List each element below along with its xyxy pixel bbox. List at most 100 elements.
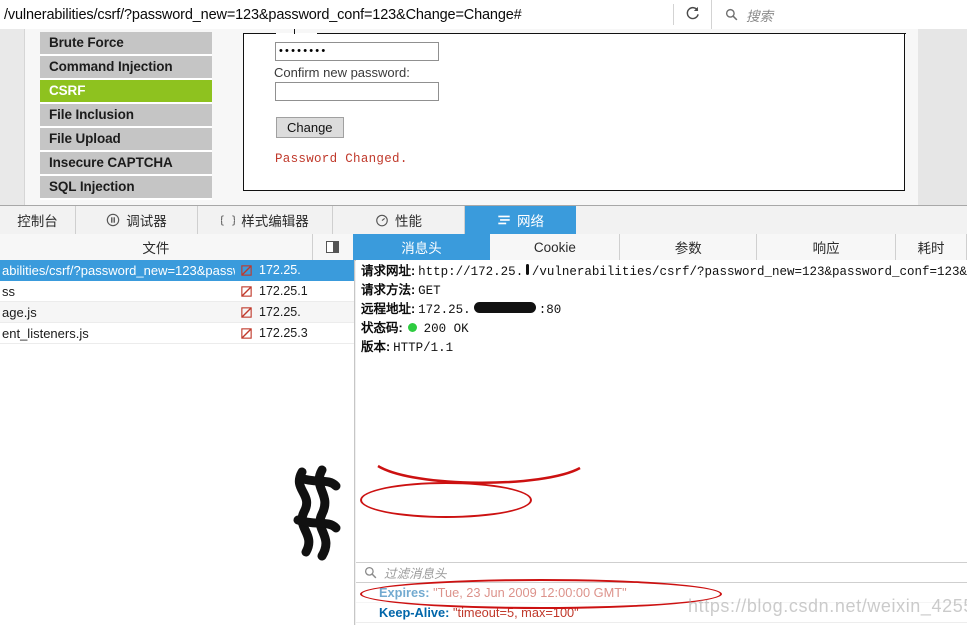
reload-icon[interactable] xyxy=(674,0,711,29)
screenshot-root: /vulnerabilities/csrf/?password_new=123&… xyxy=(0,0,967,625)
panel-toggle-icon xyxy=(326,241,340,253)
devtools-panel: 控制台 调试器 { } 样式编辑器 xyxy=(0,205,967,625)
summary-value-post: /vulnerabilities/csrf/?password_new=123&… xyxy=(531,265,967,279)
new-password-value: •••••••• xyxy=(279,45,328,57)
sidebar-item-insecure-captcha[interactable]: Insecure CAPTCHA xyxy=(40,152,212,176)
column-header-file[interactable]: 文件 xyxy=(0,234,313,260)
pause-icon xyxy=(106,213,120,227)
sidebar-item-sql-injection[interactable]: SQL Injection xyxy=(40,176,212,200)
change-password-form: •••••••• Confirm new password: Change Pa… xyxy=(243,29,906,191)
sidebar-item-brute-force[interactable]: Brute Force xyxy=(40,32,212,56)
tab-performance-label: 性能 xyxy=(395,214,422,229)
no-style-icon-svg xyxy=(240,264,252,276)
toolbar-filler xyxy=(576,206,967,234)
devtools-toolbar: 控制台 调试器 { } 样式编辑器 xyxy=(0,206,967,235)
search-icon xyxy=(364,566,377,579)
notch-stem xyxy=(294,29,295,34)
request-name: abilities/csrf/?password_new=123&passw… xyxy=(2,262,235,278)
browser-search-box[interactable]: 搜索 xyxy=(711,0,967,29)
subtab-headers[interactable]: 消息头 xyxy=(352,234,491,260)
redaction-mark xyxy=(473,302,536,313)
panel-toggle-button[interactable] xyxy=(313,234,353,260)
sidebar-item-command-injection[interactable]: Command Injection xyxy=(40,56,212,80)
request-ip: 172.25. xyxy=(259,263,301,277)
reload-icon-svg xyxy=(686,6,699,20)
header-value: "Tue, 23 Jun 2009 12:00:00 GMT" xyxy=(433,585,627,600)
summary-request-method: 请求方法: GET xyxy=(356,279,967,298)
sidebar-item-file-inclusion[interactable]: File Inclusion xyxy=(40,104,212,128)
header-row-expires[interactable]: Expires: "Tue, 23 Jun 2009 12:00:00 GMT" xyxy=(356,583,967,603)
status-ok-dot-icon xyxy=(407,323,417,332)
tab-style-editor[interactable]: { } 样式编辑器 xyxy=(198,206,333,234)
table-row[interactable]: abilities/csrf/?password_new=123&passw… … xyxy=(0,260,354,281)
table-row[interactable]: ss 172.25.1 xyxy=(0,281,354,302)
tab-console[interactable]: 控制台 xyxy=(0,206,76,234)
summary-label: 请求网址: xyxy=(361,264,416,278)
no-style-icon xyxy=(235,285,257,298)
tab-network[interactable]: 网络 xyxy=(465,206,576,234)
redaction-mark xyxy=(526,264,529,275)
tab-console-label: 控制台 xyxy=(17,214,58,229)
new-password-field[interactable]: •••••••• xyxy=(275,42,439,61)
web-page-viewport: Brute Force Command Injection CSRF File … xyxy=(0,29,967,205)
dvwa-sidebar-nav: Brute Force Command Injection CSRF File … xyxy=(40,32,212,200)
summary-request-url: 请求网址: http://172.25. /vulnerabilities/cs… xyxy=(356,260,967,279)
no-style-icon-svg xyxy=(240,285,252,297)
page-right-gutter xyxy=(918,29,967,205)
summary-label: 请求方法: xyxy=(361,283,416,297)
subtab-response[interactable]: 响应 xyxy=(757,234,897,260)
browser-search-placeholder: 搜索 xyxy=(746,8,773,24)
table-row[interactable]: age.js 172.25. xyxy=(0,302,354,323)
sidebar-item-csrf[interactable]: CSRF xyxy=(40,80,212,104)
headers-filter-input[interactable]: 过滤消息头 xyxy=(356,562,967,583)
header-key: Keep-Alive: xyxy=(379,605,450,620)
browser-url-bar: /vulnerabilities/csrf/?password_new=123&… xyxy=(0,0,967,30)
network-request-list[interactable]: abilities/csrf/?password_new=123&passw… … xyxy=(0,260,355,625)
summary-value-pre: 172.25. xyxy=(418,303,471,317)
summary-label: 远程地址: xyxy=(361,302,416,316)
no-style-icon xyxy=(235,327,257,340)
table-row[interactable]: ent_listeners.js 172.25.3 xyxy=(0,323,354,344)
summary-value-post: :80 xyxy=(538,303,562,317)
tab-performance[interactable]: 性能 xyxy=(333,206,465,234)
no-style-icon-svg xyxy=(240,306,252,318)
tab-debugger-label: 调试器 xyxy=(126,214,167,229)
tab-network-label: 网络 xyxy=(517,214,544,229)
summary-remote-address: 远程地址: 172.25. :80 xyxy=(356,298,967,317)
subtab-params[interactable]: 参数 xyxy=(620,234,758,260)
headers-filter-placeholder: 过滤消息头 xyxy=(384,567,447,581)
header-value: "timeout=5, max=100" xyxy=(452,605,579,620)
url-input[interactable]: /vulnerabilities/csrf/?password_new=123&… xyxy=(0,0,673,29)
network-icon xyxy=(498,215,510,225)
tab-style-editor-label: 样式编辑器 xyxy=(241,214,309,229)
confirm-password-field[interactable] xyxy=(275,82,439,101)
request-name: ss xyxy=(2,283,15,299)
tab-debugger[interactable]: 调试器 xyxy=(76,206,198,234)
no-style-icon xyxy=(235,264,257,277)
request-ip: 172.25.3 xyxy=(259,326,308,340)
subtab-timings[interactable]: 耗时 xyxy=(896,234,967,260)
change-button[interactable]: Change xyxy=(276,117,344,138)
notch-right-segment xyxy=(317,33,906,34)
summary-value: HTTP/1.1 xyxy=(393,341,454,355)
subtab-cookies[interactable]: Cookie xyxy=(490,234,621,260)
summary-value: 200 OK xyxy=(423,322,469,336)
summary-version: 版本: HTTP/1.1 xyxy=(356,336,967,355)
summary-status-code: 状态码: 200 OK xyxy=(356,317,967,336)
request-ip: 172.25.1 xyxy=(259,284,308,298)
request-name: ent_listeners.js xyxy=(2,325,89,341)
summary-label: 状态码: xyxy=(361,321,403,335)
svg-text:{ }: { } xyxy=(221,215,235,227)
search-icon xyxy=(725,8,738,21)
header-row-keep-alive[interactable]: Keep-Alive: "timeout=5, max=100" xyxy=(356,603,967,623)
headers-list: Expires: "Tue, 23 Jun 2009 12:00:00 GMT"… xyxy=(356,583,967,625)
summary-label: 版本: xyxy=(361,340,391,354)
password-changed-message: Password Changed. xyxy=(275,152,408,166)
sidebar-item-file-upload[interactable]: File Upload xyxy=(40,128,212,152)
summary-value-pre: http://172.25. xyxy=(418,265,524,279)
request-name: age.js xyxy=(2,304,37,320)
network-subtab-bar: 文件 消息头 Cookie 参数 响应 耗时 xyxy=(0,234,967,261)
form-border-notch xyxy=(244,29,906,34)
stopwatch-icon xyxy=(376,214,388,227)
confirm-password-label: Confirm new password: xyxy=(274,65,410,80)
